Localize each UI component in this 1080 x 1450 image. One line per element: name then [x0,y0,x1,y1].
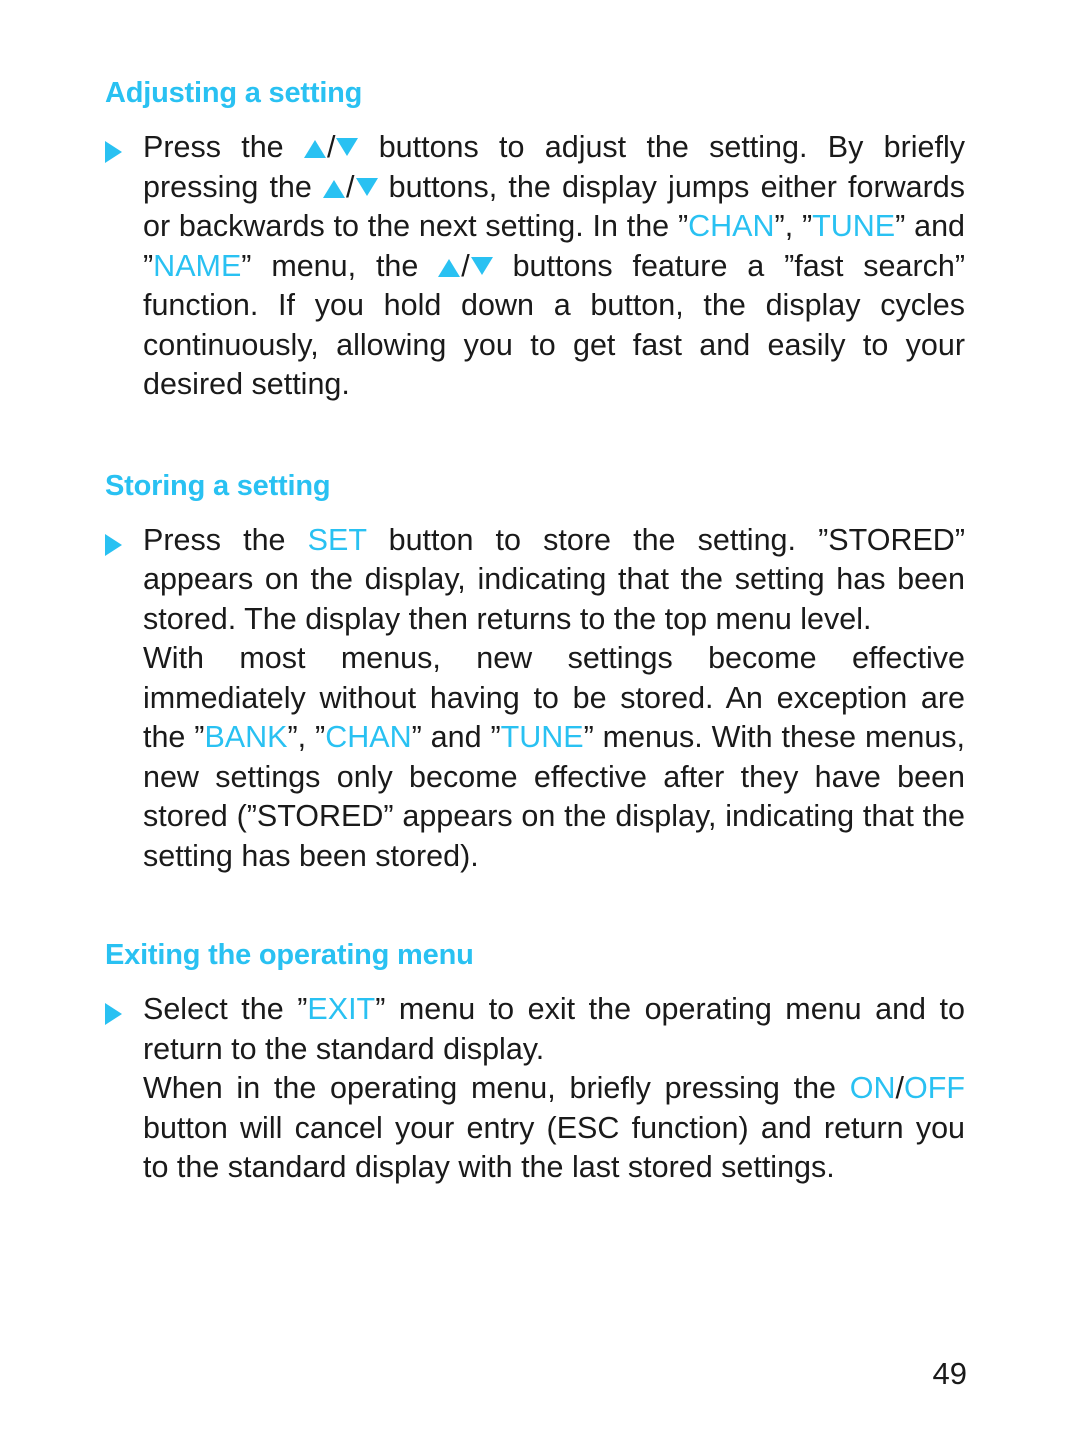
accent-term: OFF [904,1071,965,1105]
slash-separator: / [346,169,355,204]
accent-term: ON [849,1071,896,1105]
accent-term: SET [307,522,367,557]
accent-term: TUNE [812,209,896,243]
slash-separator: / [461,248,470,283]
slash-separator: / [326,130,336,164]
triangle-down-icon [355,177,378,196]
paragraph-exiting-1: Select the ”EXIT” menu to exit the opera… [143,992,965,1066]
section-heading-storing-a-setting: Storing a setting [105,469,331,502]
section-heading-adjusting-a-setting: Adjusting a setting [105,77,363,109]
triangle-right-icon [105,533,122,556]
triangle-up-icon [303,140,326,158]
accent-term: CHAN [325,720,412,754]
up-down-button-glyph: / [323,168,378,208]
triangle-right-icon [105,1003,122,1025]
paragraph-adjusting-1: Press the / buttons to adjust the settin… [143,128,966,401]
document-page: Adjusting a setting Press the / buttons … [0,0,1080,1450]
triangle-down-icon [336,138,359,156]
paragraph-storing-1: Press the SET button to store the settin… [143,522,965,636]
accent-term: NAME [153,248,242,283]
page-number: 49 [932,1356,967,1391]
accent-term: BANK [204,720,288,754]
up-down-button-glyph: / [303,128,359,168]
bulleted-paragraph-block: Press the / buttons to adjust the settin… [105,128,965,405]
paragraph-storing-2: With most menus, new settings become eff… [143,641,966,873]
page-content: Adjusting a setting Press the / buttons … [105,76,965,1188]
up-down-button-glyph: / [438,247,493,287]
triangle-up-icon [438,258,461,277]
triangle-down-icon [470,256,493,275]
accent-term: TUNE [500,720,584,754]
section-heading-exiting-the-operating-menu: Exiting the operating menu [105,939,474,971]
bulleted-paragraph-block: Select the ”EXIT” menu to exit the opera… [105,990,965,1188]
triangle-up-icon [323,179,346,198]
accent-term: CHAN [688,209,775,243]
accent-term: EXIT [307,992,376,1026]
bulleted-paragraph-block: Press the SET button to store the settin… [105,521,965,877]
triangle-right-icon [105,141,122,163]
paragraph-exiting-2: When in the operating menu, briefly pres… [143,1071,965,1184]
